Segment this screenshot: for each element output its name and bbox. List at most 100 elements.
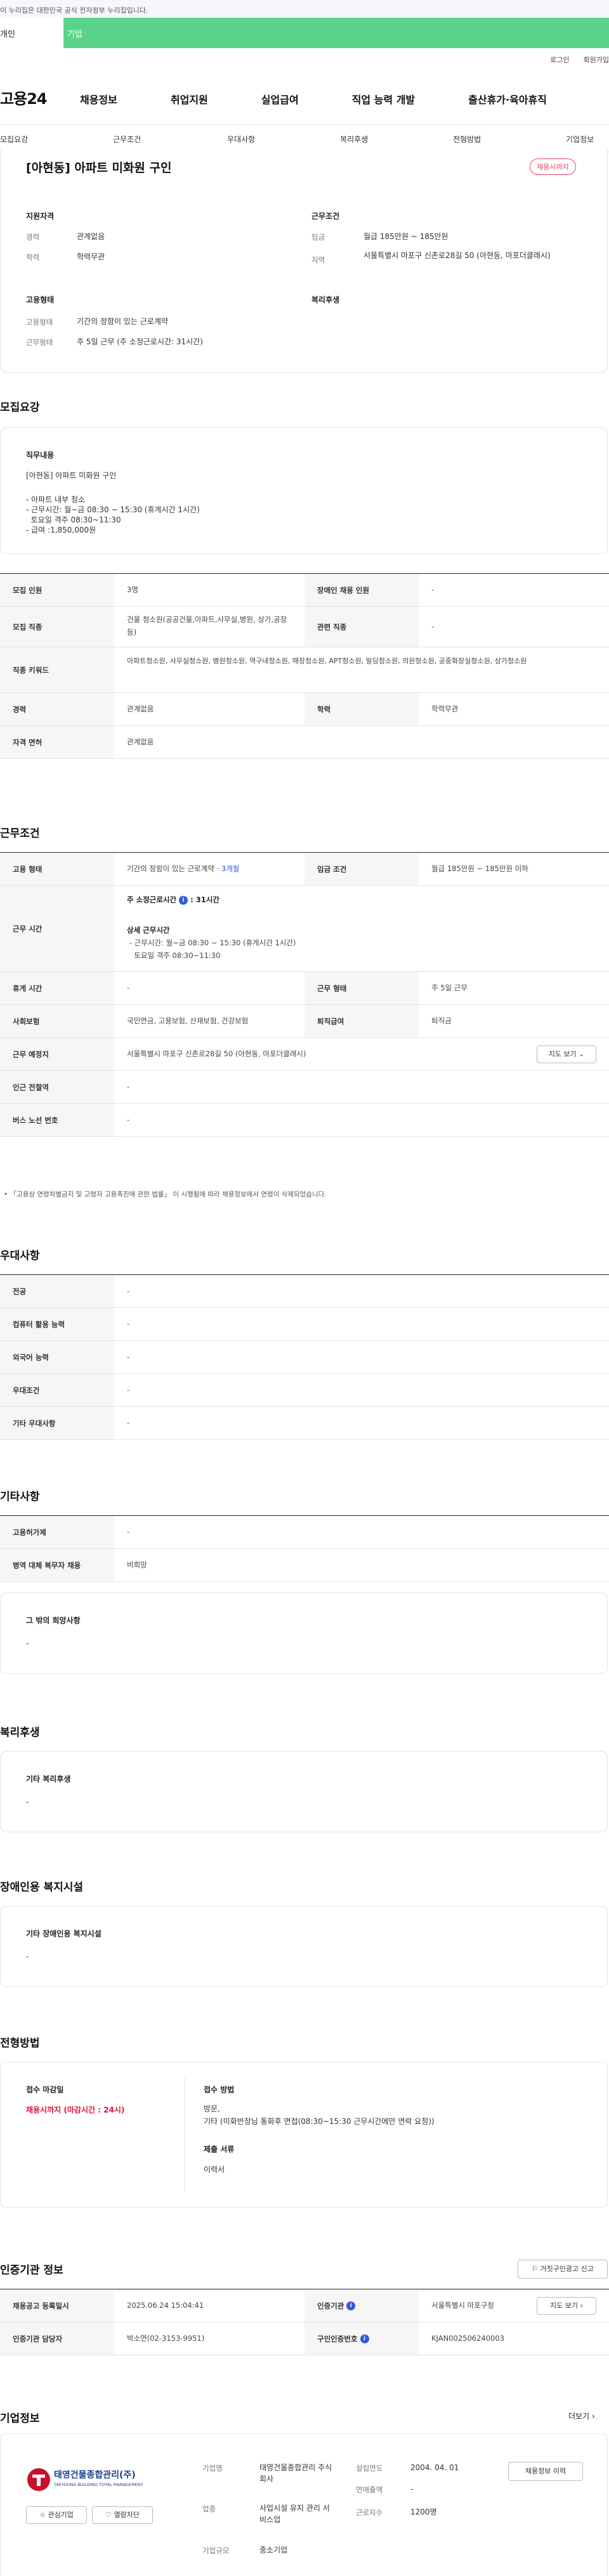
info-icon[interactable]: i xyxy=(346,2301,356,2310)
age-notice: • 「고용상 연령차별금지 및 고령자 고용촉진에 관한 법률」 이 시행됨에 … xyxy=(4,1191,327,1198)
work-form-value: 주 5일 근무 (주 소정근로시간: 31시간) xyxy=(77,337,203,346)
weekly-hours-value: 31시간 xyxy=(195,895,219,904)
table-header: 구인인증번호 i xyxy=(304,2322,419,2355)
table-header: 병역 대체 복무자 채용 xyxy=(0,1549,114,1581)
signup-link[interactable]: 회원가입 xyxy=(584,56,609,64)
subnav-selection[interactable]: 전형방법 xyxy=(453,134,481,145)
disabled-section-title: 장애인용 복지시설 xyxy=(0,1881,84,1894)
contract-months: 3개월 xyxy=(221,864,240,873)
industry-value: 사업시설 유지 관리 서비스업 xyxy=(259,2504,330,2524)
info-icon[interactable]: i xyxy=(360,2334,369,2343)
tab-personal[interactable]: 개인 xyxy=(0,18,63,48)
chevron-down-icon: ⌄ xyxy=(579,1050,585,1058)
gov-banner: 이 누리집은 대한민국 공식 전자정부 누리집입니다. xyxy=(0,0,609,18)
welfare-card-heading: 기타 복리후생 xyxy=(26,1775,71,1783)
emp-type-key: 고용형태 xyxy=(26,318,53,327)
conditions-table: 고용 형태 기간의 정함이 있는 근로계약 · 3개월 임금 조건 월급 185… xyxy=(0,852,609,1137)
company-name-value: 태영건물종합관리 주식회사 xyxy=(259,2463,332,2483)
table-header: 근무 형태 xyxy=(304,972,419,1004)
info-icon[interactable]: i xyxy=(179,895,188,905)
table-cell: 국민연금, 고용보험, 산재보험, 건강보험 xyxy=(127,1016,249,1025)
others-section-title: 기타사항 xyxy=(0,1491,40,1503)
table-cell: - xyxy=(431,585,435,594)
table-cell: - xyxy=(431,622,435,631)
table-cell: KJAN002506240003 xyxy=(431,2334,504,2343)
table-cell: 학력무관 xyxy=(431,704,459,713)
nav-item-support[interactable]: 취업지원 xyxy=(171,91,208,107)
table-row: 버스 노선 번호 - xyxy=(0,1104,609,1137)
table-row: 모집 인원 3명 장애인 채용 인원 - xyxy=(0,574,609,607)
agency-map-button[interactable]: 지도 보기 › xyxy=(537,2297,596,2315)
founded-key: 설립연도 xyxy=(356,2464,383,2473)
more-link[interactable]: 더보기 › xyxy=(568,2411,595,2421)
wage-key: 임금 xyxy=(311,233,325,242)
subnav-preference[interactable]: 우대사항 xyxy=(227,134,255,145)
tab-company[interactable]: 기업 xyxy=(63,18,609,48)
employment-heading: 고용형태 xyxy=(26,295,55,304)
block-button[interactable]: ♡ 열람차단 xyxy=(92,2506,153,2524)
company-logo: 태영건물종합관리(주) TAEYOUNG BUILDING TOTAL MANA… xyxy=(26,2463,159,2499)
table-header: 경력 xyxy=(0,693,114,725)
welfare-card: 기타 복리후생 - xyxy=(0,1751,608,1832)
table-header: 인증기관 담당자 xyxy=(0,2322,114,2355)
nav-item-leave[interactable]: 출산휴가·육아휴직 xyxy=(468,91,547,107)
company-card: 태영건물종합관리(주) TAEYOUNG BUILDING TOTAL MANA… xyxy=(0,2433,608,2576)
method-line: 방문, xyxy=(204,2104,220,2113)
login-link[interactable]: 로그인 xyxy=(550,56,569,64)
nav-item-benefit[interactable]: 실업급여 xyxy=(261,91,299,107)
table-cell: - xyxy=(127,1286,130,1295)
education-value: 학력무관 xyxy=(77,252,105,261)
report-button-label: 거짓구인광고 신고 xyxy=(540,2265,594,2273)
favorite-button[interactable]: ☆ 관심기업 xyxy=(26,2506,87,2524)
table-cell: 3명 xyxy=(127,585,138,594)
table-cell: - xyxy=(127,1418,130,1427)
table-cell: - xyxy=(127,1527,130,1536)
table-header: 휴게 시간 xyxy=(0,972,114,1004)
table-row: 전공 - xyxy=(0,1275,609,1308)
table-cell: 박소연(02-3153-9951) xyxy=(127,2334,205,2343)
nav-item-jobs[interactable]: 채용정보 xyxy=(80,91,117,107)
table-header: 근무 예정지 xyxy=(0,1038,114,1070)
table-header: 모집 인원 xyxy=(0,574,114,606)
table-header: 전공 xyxy=(0,1275,114,1307)
method-heading: 접수 방법 xyxy=(204,2085,235,2094)
report-button[interactable]: ⚐ 거짓구인광고 신고 xyxy=(518,2260,608,2279)
others-table: 고용허가제 - 병역 대체 복무자 채용 비희망 xyxy=(0,1515,609,1582)
agency-map-label: 지도 보기 xyxy=(550,2301,579,2310)
table-header: 기타 우대사항 xyxy=(0,1407,114,1439)
sales-value: - xyxy=(410,2485,414,2494)
work-form-key: 근무형태 xyxy=(26,338,53,347)
table-row: 채용공고 등록일시 2025.06.24 15:04:41 인증기관 i 서울특… xyxy=(0,2289,609,2322)
docs-heading: 제출 서류 xyxy=(204,2145,235,2154)
career-value: 관계없음 xyxy=(77,232,105,241)
conditions-heading: 근무조건 xyxy=(311,212,340,221)
table-cell: 주 5일 근무 xyxy=(431,983,468,992)
table-row: 근무 시간 주 소정근로시간 i : 31시간 상세 근무시간 - 근무시간: … xyxy=(0,886,609,972)
disabled-card-value: - xyxy=(26,1952,29,1961)
duty-line: - 급여 :1,850,000원 xyxy=(26,526,96,534)
company-logo-sub: TAEYOUNG BUILDING TOTAL MANAGEMENT xyxy=(54,2482,143,2487)
job-title: [아현동] 아파트 미화원 구인 xyxy=(26,161,172,175)
table-cell: - xyxy=(127,1352,130,1361)
subnav-recruit[interactable]: 모집요강 xyxy=(0,134,28,145)
table-header: 컴퓨터 활용 능력 xyxy=(0,1308,114,1340)
preference-table: 전공 - 컴퓨터 활용 능력 - 외국어 능력 - 우대조건 - 기타 우대사항 - xyxy=(0,1274,609,1440)
duty-line: [아현동] 아파트 미화원 구인 xyxy=(26,471,117,480)
deadline-heading: 접수 마감일 xyxy=(26,2085,64,2094)
subnav-welfare[interactable]: 복리후생 xyxy=(340,134,368,145)
num-key: 구인인증번호 xyxy=(317,2334,358,2343)
table-row: 기타 우대사항 - xyxy=(0,1407,609,1440)
duty-heading: 직무내용 xyxy=(26,451,55,460)
table-row: 경력 관계없음 학력 학력무관 xyxy=(0,693,609,726)
nav-item-training[interactable]: 직업 능력 개발 xyxy=(352,91,415,107)
subnav-conditions[interactable]: 근무조건 xyxy=(113,134,141,145)
map-button[interactable]: 지도 보기 ⌄ xyxy=(537,1045,596,1063)
table-row: 근무 예정지 서울특별시 마포구 신촌로28길 50 (아현동, 마포더클래시)… xyxy=(0,1038,609,1071)
table-row: 고용 형태 기간의 정함이 있는 근로계약 · 3개월 임금 조건 월급 185… xyxy=(0,853,609,886)
table-header: 인증기관 i xyxy=(304,2289,419,2322)
jobs-history-button[interactable]: 채용정보 이력 xyxy=(508,2462,583,2481)
table-row: 병역 대체 복무자 채용 비희망 xyxy=(0,1549,609,1582)
site-logo[interactable]: 고용24 xyxy=(0,86,48,108)
recruit-table: 모집 인원 3명 장애인 채용 인원 - 모집 직종 건물 청소원(공공건물,아… xyxy=(0,573,609,759)
subnav-company[interactable]: 기업정보 xyxy=(566,134,594,145)
